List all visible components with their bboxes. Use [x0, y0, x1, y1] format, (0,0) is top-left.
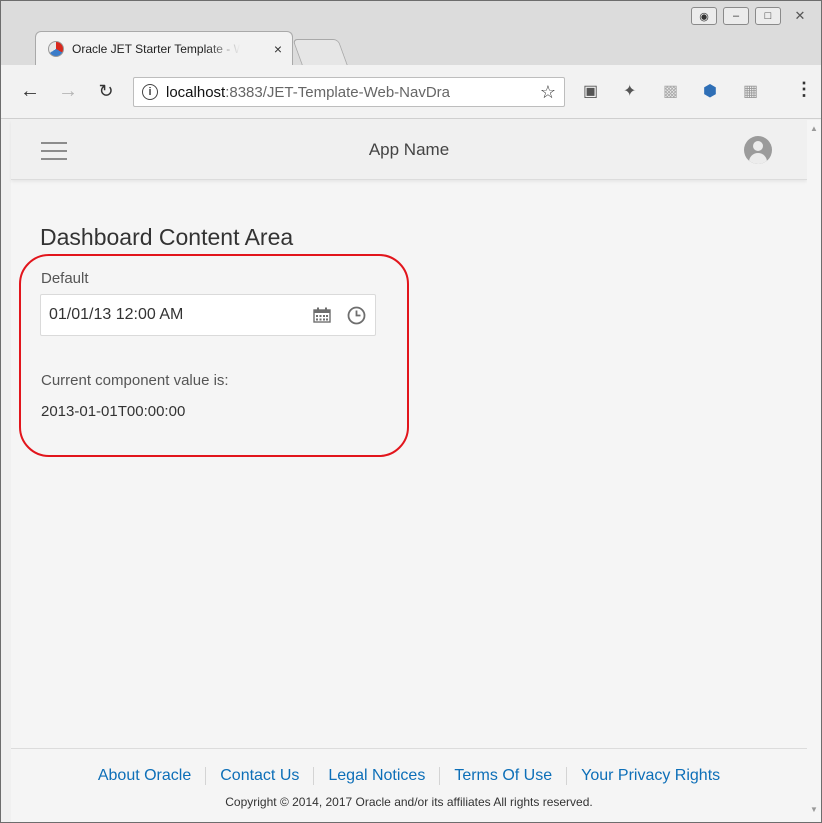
oracle-jet-favicon-icon: [48, 40, 64, 57]
page-scrollbar[interactable]: ▲ ▼: [807, 120, 821, 822]
k-extension-icon[interactable]: ▦: [743, 81, 758, 101]
new-tab-button[interactable]: [292, 39, 348, 65]
page-footer: About Oracle Contact Us Legal Notices Te…: [11, 748, 807, 822]
grey-extension-icon[interactable]: ▩: [663, 81, 678, 101]
user-avatar-icon[interactable]: [744, 136, 772, 164]
page-viewport: App Name Dashboard Content Area Default: [11, 120, 807, 822]
window-controls: ◉ – □ ✕: [691, 7, 813, 25]
close-window-button[interactable]: ✕: [787, 7, 813, 25]
footer-link-terms-of-use[interactable]: Terms Of Use: [439, 767, 566, 785]
reload-icon[interactable]: ↻: [91, 81, 121, 102]
footer-links: About Oracle Contact Us Legal Notices Te…: [11, 767, 807, 785]
tab-close-icon[interactable]: ×: [274, 41, 282, 57]
copyright-text: Copyright © 2014, 2017 Oracle and/or its…: [225, 795, 593, 809]
scroll-down-arrow-icon[interactable]: ▼: [810, 805, 818, 814]
address-bar[interactable]: i localhost:8383/JET-Template-Web-NavDra…: [133, 77, 565, 107]
tab-title: Oracle JET Starter Template - Web Nav Dr…: [72, 41, 240, 56]
annotation-highlight: [19, 254, 409, 457]
app-name: App Name: [368, 140, 450, 159]
browser-toolbar: ← → ↻ i localhost:8383/JET-Template-Web-…: [1, 65, 821, 119]
app-header: App Name: [11, 120, 807, 180]
browser-window: ◉ – □ ✕ Oracle JET Starter Template - We…: [0, 0, 822, 823]
url-path: :8383/JET-Template-Web-NavDra: [225, 83, 451, 101]
minimize-button[interactable]: –: [723, 7, 749, 25]
bookmark-star-icon[interactable]: ☆: [540, 82, 556, 103]
cube-extension-icon[interactable]: ⬢: [703, 81, 717, 101]
back-arrow-icon[interactable]: ←: [15, 80, 45, 103]
footer-link-about-oracle[interactable]: About Oracle: [84, 767, 205, 785]
browser-menu-icon[interactable]: ⋮: [795, 79, 813, 100]
user-profile-icon[interactable]: ◉: [691, 7, 717, 25]
site-info-icon[interactable]: i: [142, 84, 158, 100]
cast-extension-icon[interactable]: ▣: [583, 81, 598, 101]
footer-link-legal-notices[interactable]: Legal Notices: [313, 767, 439, 785]
forward-arrow-icon[interactable]: →: [53, 80, 83, 103]
footer-link-contact-us[interactable]: Contact Us: [205, 767, 313, 785]
scroll-up-arrow-icon[interactable]: ▲: [810, 124, 818, 133]
maximize-button[interactable]: □: [755, 7, 781, 25]
footer-link-privacy-rights[interactable]: Your Privacy Rights: [566, 767, 734, 785]
page-title: Dashboard Content Area: [40, 224, 294, 250]
puzzle-extension-icon[interactable]: ✦: [623, 81, 636, 101]
browser-tab-active[interactable]: Oracle JET Starter Template - Web Nav Dr…: [35, 31, 293, 65]
url-host: localhost: [166, 83, 226, 101]
browser-titlebar: ◉ – □ ✕ Oracle JET Starter Template - We…: [1, 1, 821, 73]
